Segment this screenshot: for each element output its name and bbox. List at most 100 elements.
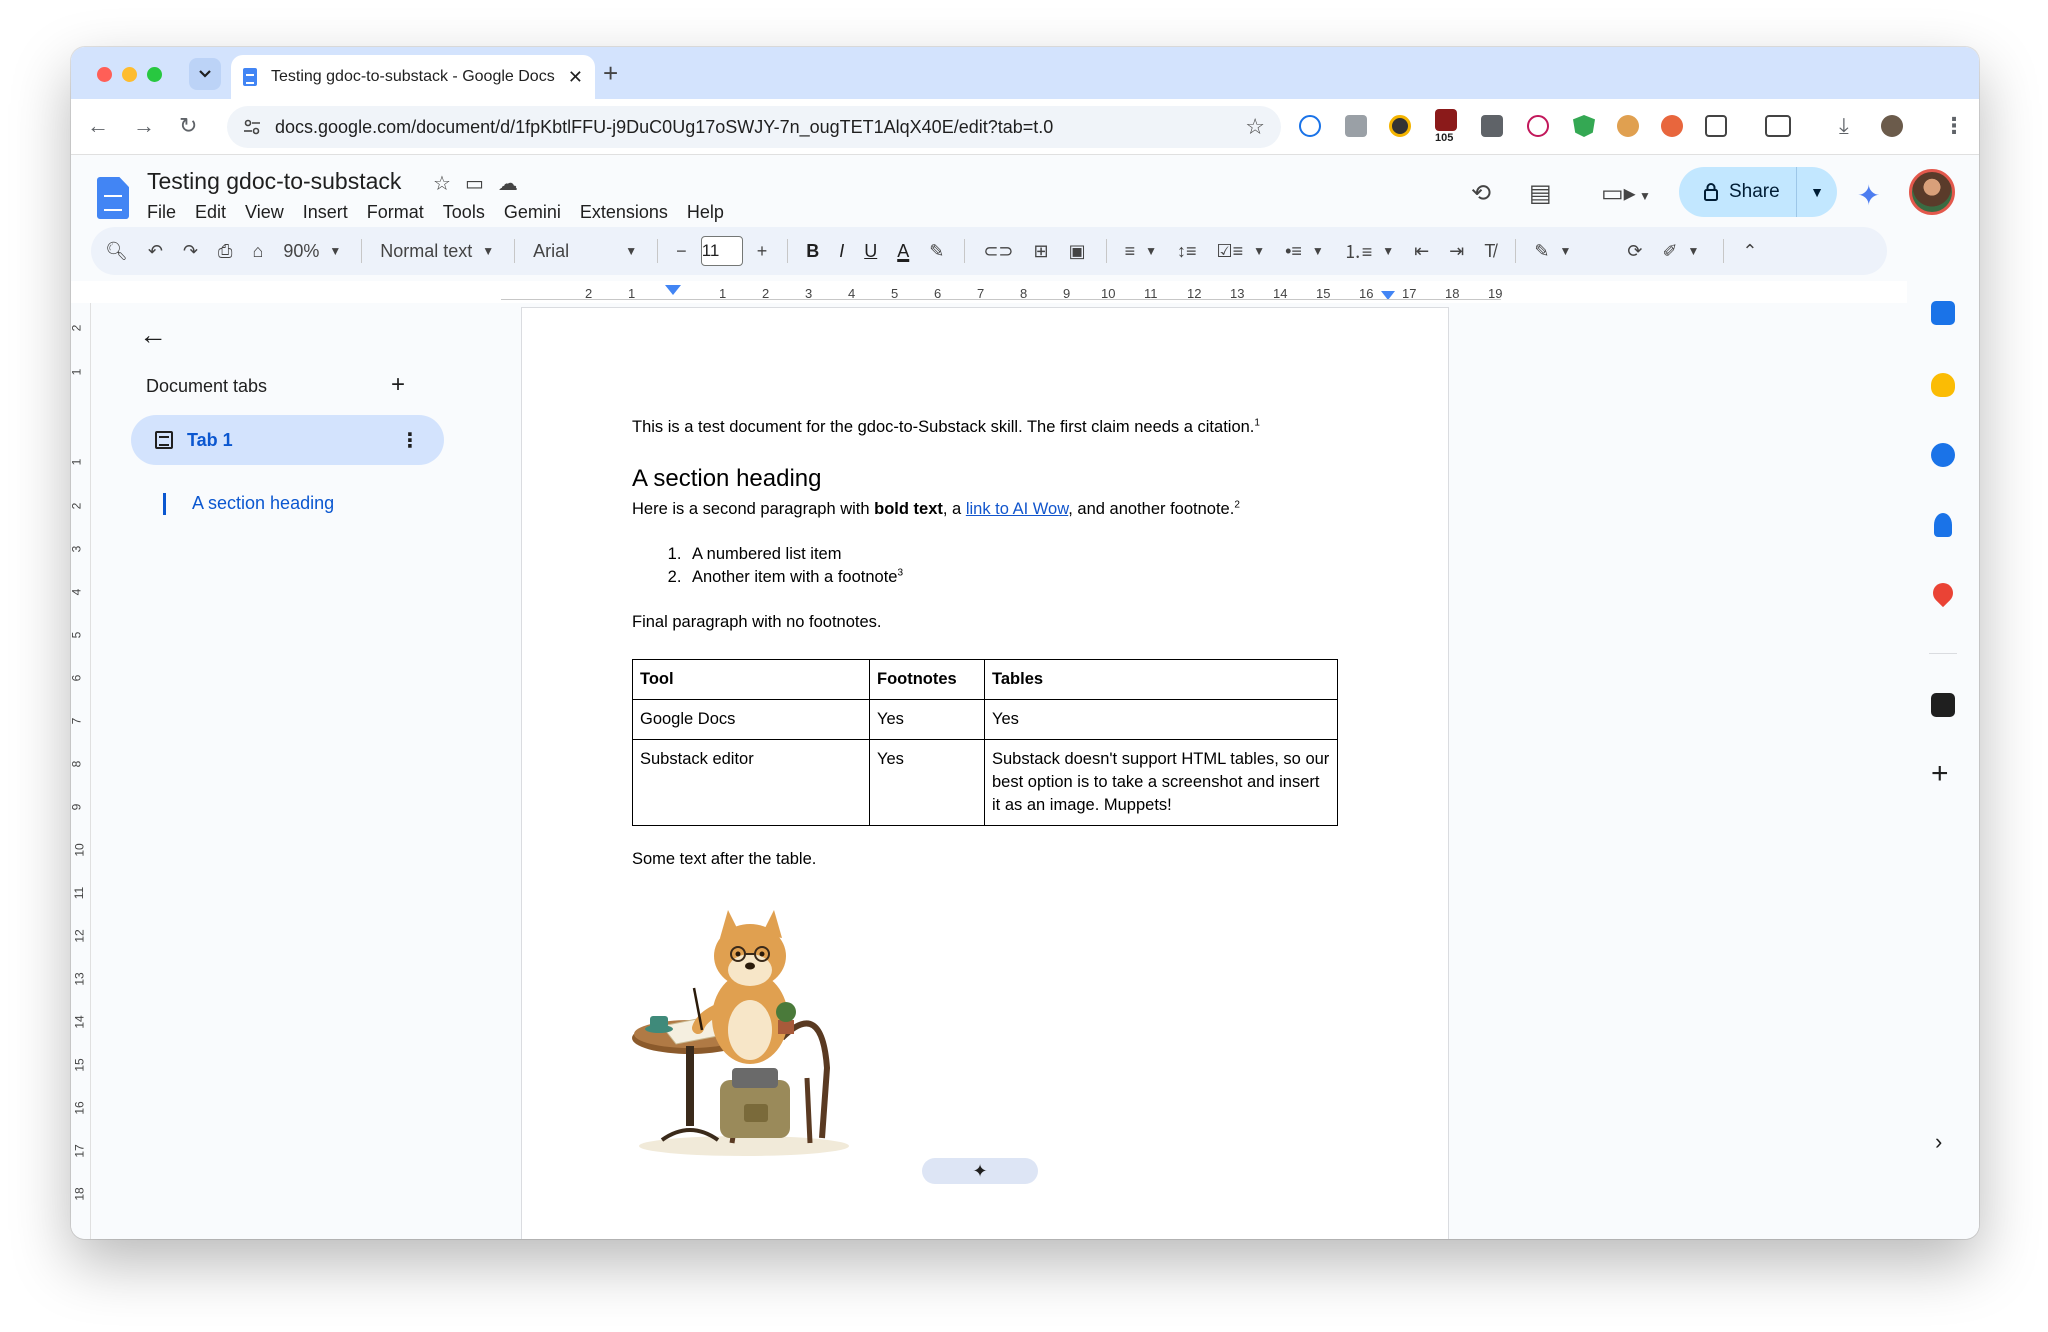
menu-help[interactable]: Help: [687, 202, 733, 223]
account-avatar[interactable]: [1909, 169, 1955, 215]
minimize-window-button[interactable]: [122, 67, 137, 82]
back-icon[interactable]: ←: [87, 113, 109, 139]
browser-menu-icon[interactable]: ⋮: [1943, 113, 1965, 139]
get-addons-icon[interactable]: +: [1931, 757, 1949, 791]
text-color-icon[interactable]: A: [897, 241, 909, 262]
decrease-font-size-icon[interactable]: −: [676, 241, 687, 262]
cloud-saved-icon[interactable]: ☁: [498, 171, 518, 196]
print-icon[interactable]: ⎙: [218, 241, 232, 262]
comments-icon[interactable]: ▤: [1529, 179, 1552, 208]
version-history-icon[interactable]: ⟲: [1471, 179, 1491, 208]
editing-mode-icon[interactable]: ✎ ▼: [1534, 241, 1571, 262]
extensions-puzzle-icon[interactable]: [1705, 115, 1727, 137]
numbered-list-icon[interactable]: ⒈≡ ▼: [1344, 238, 1394, 264]
gemini-assist-pill[interactable]: ✦: [922, 1158, 1038, 1184]
move-folder-icon[interactable]: ▭: [465, 171, 484, 196]
search-menus-icon[interactable]: 🔍︎: [105, 241, 128, 262]
increase-font-size-icon[interactable]: +: [757, 241, 768, 262]
share-dropdown-icon[interactable]: ▼: [1797, 184, 1837, 200]
checklist-icon[interactable]: ☑≡ ▼: [1217, 241, 1266, 262]
figma-icon[interactable]: [1931, 693, 1955, 717]
insert-link-icon[interactable]: ⊂⊃: [983, 241, 1013, 262]
bookmark-star-icon[interactable]: ☆: [1245, 114, 1265, 140]
close-window-button[interactable]: [97, 67, 112, 82]
download-icon[interactable]: ⤓: [1839, 113, 1849, 139]
claude-extension-icon[interactable]: [1661, 115, 1683, 137]
collapse-toolbar-icon[interactable]: ⌃: [1742, 241, 1757, 262]
footnote-ref-2[interactable]: 2: [1234, 500, 1240, 511]
share-button[interactable]: Share ▼: [1679, 167, 1837, 217]
site-settings-icon[interactable]: [243, 118, 261, 136]
zoom-select[interactable]: 90% ▼: [283, 241, 341, 262]
back-arrow-icon[interactable]: ←: [139, 319, 167, 351]
document-page[interactable]: This is a test document for the gdoc-to-…: [521, 307, 1449, 1239]
star-icon[interactable]: ☆: [433, 171, 451, 196]
footnote-ref-1[interactable]: 1: [1254, 418, 1260, 429]
gemini-refresh-icon[interactable]: ⟳: [1627, 241, 1642, 262]
add-tab-icon[interactable]: +: [391, 371, 405, 399]
bulleted-list-icon[interactable]: •≡ ▼: [1285, 241, 1324, 262]
menu-view[interactable]: View: [245, 202, 293, 223]
profile-avatar-icon[interactable]: [1881, 115, 1903, 137]
document-body[interactable]: This is a test document for the gdoc-to-…: [632, 416, 1362, 871]
undo-icon[interactable]: ↶: [148, 241, 163, 262]
insert-image-icon[interactable]: ▣: [1069, 241, 1086, 262]
paint-format-icon[interactable]: ⌂: [252, 241, 263, 262]
font-size-input[interactable]: 11: [700, 236, 743, 266]
forward-icon[interactable]: →: [133, 113, 155, 139]
clear-formatting-icon[interactable]: T̸: [1484, 241, 1495, 262]
close-tab-icon[interactable]: ✕: [568, 67, 583, 88]
menu-format[interactable]: Format: [367, 202, 433, 223]
highlight-icon[interactable]: ✎: [929, 241, 944, 262]
address-bar[interactable]: docs.google.com/document/d/1fpKbtlFFU-j9…: [227, 106, 1281, 148]
camera-extension-icon[interactable]: [1345, 115, 1367, 137]
pen-icon[interactable]: ✐ ▼: [1662, 241, 1699, 262]
tab-search-button[interactable]: [189, 58, 221, 90]
tab-options-icon[interactable]: ⋮: [400, 428, 420, 453]
increase-indent-icon[interactable]: ⇥: [1449, 241, 1464, 262]
comparison-table[interactable]: Tool Footnotes Tables Google Docs Yes Ye…: [632, 659, 1338, 826]
ring-extension-icon[interactable]: [1389, 115, 1411, 137]
contacts-icon[interactable]: [1934, 513, 1952, 537]
left-indent-marker[interactable]: [665, 285, 681, 295]
italic-icon[interactable]: I: [839, 241, 844, 262]
menu-edit[interactable]: Edit: [195, 202, 235, 223]
style-select[interactable]: Normal text ▼: [380, 241, 494, 262]
shield-extension-icon[interactable]: [1573, 115, 1595, 137]
play-extension-icon[interactable]: [1527, 115, 1549, 137]
docs-logo-icon[interactable]: [97, 177, 129, 219]
doge-writing-illustration[interactable]: [632, 908, 857, 1160]
calendar-icon[interactable]: [1931, 301, 1955, 325]
underline-icon[interactable]: U: [864, 241, 877, 262]
maps-icon[interactable]: [1928, 578, 1958, 608]
password-extension-icon[interactable]: [1299, 115, 1321, 137]
bold-icon[interactable]: B: [806, 241, 819, 262]
doge-extension-icon[interactable]: [1617, 115, 1639, 137]
menu-gemini[interactable]: Gemini: [504, 202, 570, 223]
outline-item-section-heading[interactable]: A section heading: [192, 493, 334, 514]
menu-extensions[interactable]: Extensions: [580, 202, 677, 223]
browser-tab-active[interactable]: Testing gdoc-to-substack - Google Docs ✕: [231, 55, 595, 99]
tab-1[interactable]: Tab 1 ⋮: [131, 415, 444, 465]
document-title[interactable]: Testing gdoc-to-substack: [147, 168, 401, 195]
meet-dropdown-icon[interactable]: ▼: [1639, 189, 1651, 203]
tasks-icon[interactable]: [1931, 443, 1955, 467]
badge-extension-icon[interactable]: [1435, 109, 1457, 131]
menu-insert[interactable]: Insert: [303, 202, 357, 223]
add-comment-icon[interactable]: ⊞: [1034, 241, 1049, 262]
new-tab-button[interactable]: +: [603, 59, 618, 87]
reading-list-icon[interactable]: [1765, 115, 1791, 137]
redo-icon[interactable]: ↷: [183, 241, 198, 262]
meet-icon[interactable]: ▭▸: [1601, 179, 1636, 208]
menu-tools[interactable]: Tools: [443, 202, 494, 223]
collapse-panel-icon[interactable]: ›: [1935, 1129, 1942, 1155]
p-extension-icon[interactable]: [1481, 115, 1503, 137]
footnote-ref-3[interactable]: 3: [897, 568, 903, 579]
align-icon[interactable]: ≡ ▼: [1125, 241, 1157, 262]
gemini-icon[interactable]: ✦: [1857, 179, 1880, 212]
ai-wow-link[interactable]: link to AI Wow: [966, 500, 1068, 518]
maximize-window-button[interactable]: [147, 67, 162, 82]
keep-icon[interactable]: [1931, 373, 1955, 397]
menu-file[interactable]: File: [147, 202, 185, 223]
font-select[interactable]: Arial ▼: [533, 241, 637, 262]
